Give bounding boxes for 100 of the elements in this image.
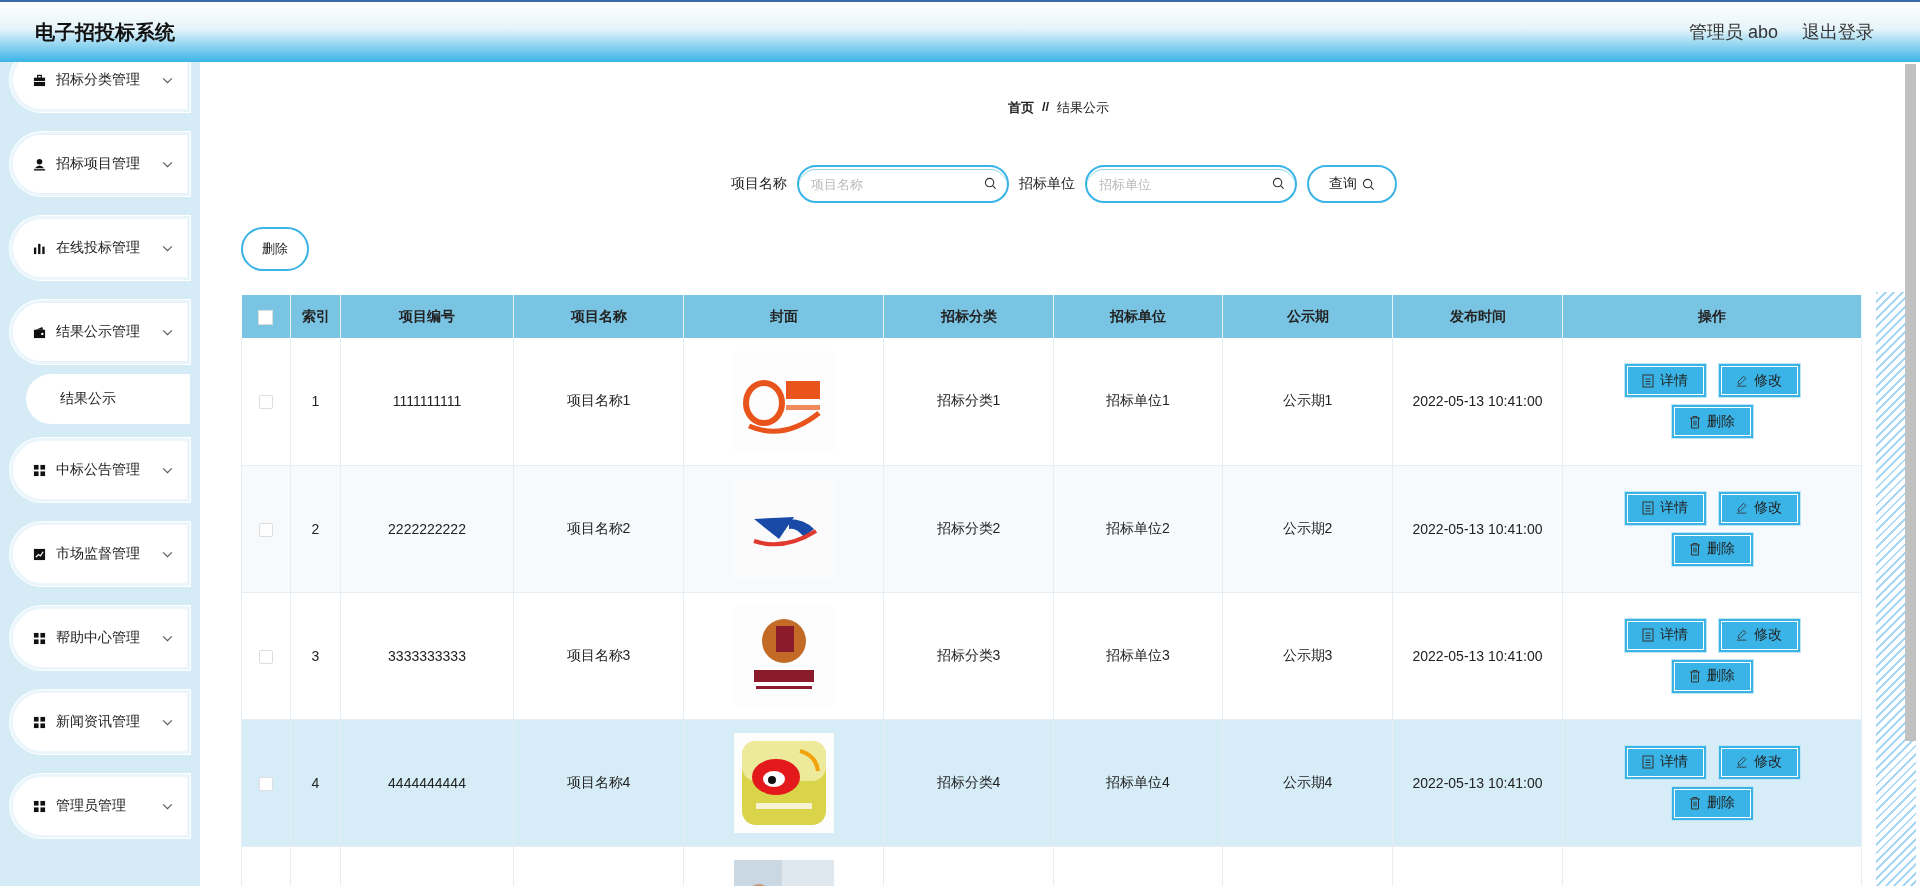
search-field[interactable]: 招标单位 bbox=[1084, 165, 1297, 203]
user-icon bbox=[33, 157, 46, 171]
sidebar-item[interactable]: 帮助中心管理 bbox=[10, 606, 190, 670]
caret-icon bbox=[162, 76, 173, 84]
sidebar-item[interactable]: 市场监督管理 bbox=[10, 522, 190, 586]
details-button[interactable]: 详情 bbox=[1624, 491, 1706, 525]
column-header: 发布时间 bbox=[1449, 307, 1506, 324]
pencil-icon bbox=[1736, 628, 1748, 642]
name-cell: 项目名称4 bbox=[566, 773, 631, 790]
column-header: 索引 bbox=[301, 307, 330, 324]
details-button[interactable]: 详情 bbox=[1624, 364, 1706, 398]
grid-icon bbox=[33, 715, 46, 729]
breadcrumb-current: 结果公示 bbox=[1057, 99, 1110, 117]
name-cell: 项目名称1 bbox=[566, 392, 631, 409]
column-header: 封面 bbox=[769, 307, 798, 324]
sidebar-item[interactable]: 结果公示管理 bbox=[10, 300, 190, 364]
index-cell: 1 bbox=[311, 393, 320, 410]
briefcase-icon bbox=[33, 73, 46, 87]
column-header: 招标单位 bbox=[1110, 307, 1166, 324]
sidebar-item[interactable]: 管理员管理 bbox=[10, 774, 190, 838]
sidebar-item[interactable]: 招标项目管理 bbox=[10, 132, 190, 196]
unit-cell: 招标单位4 bbox=[1106, 773, 1170, 790]
pencil-icon bbox=[1736, 755, 1748, 769]
period-cell: 公示期2 bbox=[1282, 519, 1333, 536]
search-icon bbox=[1271, 177, 1285, 190]
document-icon bbox=[1642, 628, 1654, 642]
column-header: 项目编号 bbox=[399, 307, 455, 324]
details-button[interactable]: 详情 bbox=[1624, 618, 1706, 652]
document-icon bbox=[1642, 755, 1654, 769]
row-checkbox[interactable] bbox=[259, 395, 273, 410]
line-chart-icon bbox=[33, 547, 46, 561]
category-cell: 招标分类1 bbox=[936, 392, 1001, 409]
code-cell: 1111111111 bbox=[392, 393, 462, 410]
edit-button[interactable]: 修改 bbox=[1718, 491, 1800, 525]
scrollbar[interactable] bbox=[1905, 64, 1916, 741]
caret-icon bbox=[162, 328, 173, 336]
time-cell: 2022-05-13 10:41:00 bbox=[1412, 520, 1543, 537]
sidebar-item[interactable]: 在线投标管理 bbox=[10, 216, 190, 280]
user-label: 管理员 abo bbox=[1688, 21, 1778, 44]
query-button[interactable]: 查询 bbox=[1306, 165, 1397, 203]
details-button[interactable]: 详情 bbox=[1624, 745, 1706, 779]
breadcrumb-home[interactable]: 首页 bbox=[1007, 99, 1034, 117]
search-icon bbox=[1361, 177, 1375, 191]
time-cell: 2022-05-13 10:41:00 bbox=[1412, 774, 1543, 791]
sidebar-item[interactable]: 招标分类管理 bbox=[10, 62, 190, 112]
row-checkbox[interactable] bbox=[259, 649, 273, 664]
app-title: 电子招投标系统 bbox=[35, 19, 175, 45]
unit-cell: 招标单位2 bbox=[1106, 519, 1170, 536]
grid-icon bbox=[33, 799, 46, 813]
row-checkbox[interactable] bbox=[259, 776, 273, 791]
row-checkbox[interactable] bbox=[259, 522, 273, 537]
category-cell: 招标分类4 bbox=[936, 773, 1001, 790]
column-header: 操作 bbox=[1698, 307, 1726, 324]
pencil-icon bbox=[1736, 501, 1748, 515]
delete-button[interactable]: 删除 bbox=[1671, 659, 1753, 693]
logout-link[interactable]: 退出登录 bbox=[1802, 20, 1874, 44]
column-header: 公示期 bbox=[1286, 307, 1329, 324]
search-label: 招标单位 bbox=[1018, 175, 1075, 193]
name-cell: 项目名称2 bbox=[566, 519, 631, 536]
name-cell: 项目名称3 bbox=[566, 646, 631, 663]
sidebar-item[interactable]: 中标公告管理 bbox=[10, 438, 190, 502]
delete-button[interactable]: 删除 bbox=[1671, 532, 1753, 566]
category-cell: 招标分类3 bbox=[936, 646, 1001, 663]
caret-icon bbox=[162, 550, 173, 558]
caret-icon bbox=[162, 466, 173, 474]
delete-button[interactable]: 删除 bbox=[1671, 405, 1753, 439]
search-label: 项目名称 bbox=[730, 175, 787, 193]
breadcrumb-separator: // bbox=[1041, 99, 1050, 116]
period-cell: 公示期1 bbox=[1282, 392, 1333, 409]
unit-cell: 招标单位3 bbox=[1106, 646, 1170, 663]
pencil-icon bbox=[1736, 373, 1748, 388]
batch-delete-button[interactable]: 删除 bbox=[241, 227, 309, 271]
grid-icon bbox=[33, 631, 46, 645]
delete-button[interactable]: 删除 bbox=[1671, 786, 1753, 820]
trash-icon bbox=[1689, 414, 1701, 429]
code-cell: 3333333333 bbox=[388, 647, 466, 664]
code-cell: 2222222222 bbox=[388, 520, 466, 537]
search-field[interactable]: 项目名称 bbox=[796, 165, 1009, 203]
time-cell: 2022-05-13 10:41:00 bbox=[1412, 647, 1543, 664]
trash-icon bbox=[1689, 669, 1701, 683]
trash-icon bbox=[1689, 796, 1701, 810]
edit-button[interactable]: 修改 bbox=[1718, 364, 1800, 398]
wallet-icon bbox=[33, 325, 46, 339]
category-cell: 招标分类2 bbox=[936, 519, 1001, 536]
unit-cell: 招标单位1 bbox=[1106, 392, 1170, 409]
select-all-checkbox[interactable] bbox=[258, 309, 274, 325]
caret-icon bbox=[162, 718, 173, 726]
search-icon bbox=[983, 177, 997, 190]
sidebar-item[interactable]: 新闻资讯管理 bbox=[10, 690, 190, 754]
index-cell: 3 bbox=[311, 647, 320, 664]
trash-icon bbox=[1689, 542, 1701, 556]
edit-button[interactable]: 修改 bbox=[1718, 745, 1800, 779]
index-cell: 2 bbox=[311, 520, 320, 537]
caret-icon bbox=[162, 244, 173, 252]
document-icon bbox=[1642, 501, 1654, 515]
grid-icon bbox=[33, 463, 46, 477]
sidebar-subitem[interactable]: 结果公示 bbox=[26, 374, 190, 424]
time-cell: 2022-05-13 10:41:00 bbox=[1412, 393, 1543, 410]
column-header: 招标分类 bbox=[940, 307, 997, 324]
edit-button[interactable]: 修改 bbox=[1718, 618, 1800, 652]
